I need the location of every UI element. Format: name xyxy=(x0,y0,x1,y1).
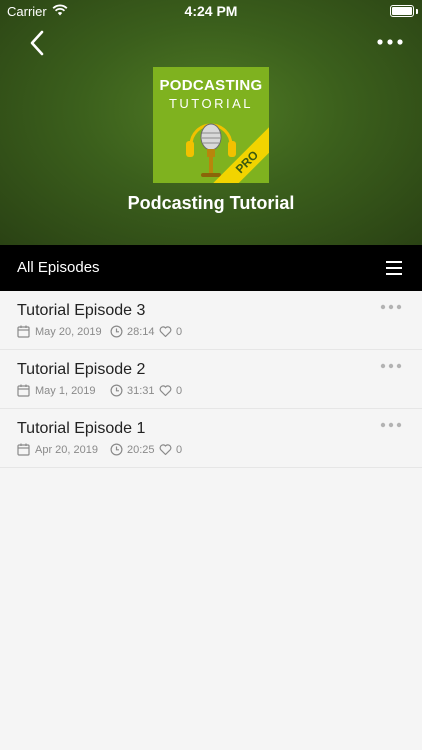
episode-likes: 0 xyxy=(176,326,183,338)
episode-more-button[interactable] xyxy=(380,421,402,429)
clock-icon xyxy=(110,384,123,397)
heart-icon xyxy=(159,444,172,456)
heart-icon xyxy=(159,326,172,338)
episode-more-button[interactable] xyxy=(380,303,402,311)
episode-duration: 20:25 xyxy=(127,444,155,456)
calendar-icon xyxy=(17,443,30,456)
podcast-title: Podcasting Tutorial xyxy=(127,193,295,213)
podcast-artwork: PODCASTING TUTORIAL PRO xyxy=(153,67,269,183)
episode-title: Tutorial Episode 2 xyxy=(17,361,146,378)
episode-duration: 28:14 xyxy=(127,326,155,338)
battery-tip xyxy=(416,9,418,14)
episode-row[interactable]: Tutorial Episode 2 May 1, 2019 31:31 0 xyxy=(0,350,422,409)
heart-icon xyxy=(159,385,172,397)
menu-button[interactable] xyxy=(386,261,402,275)
artwork-title-line1: PODCASTING xyxy=(159,77,263,94)
episode-row[interactable]: Tutorial Episode 1 Apr 20, 2019 20:25 0 xyxy=(0,409,422,468)
more-options-button[interactable] xyxy=(374,30,406,54)
episode-title: Tutorial Episode 3 xyxy=(17,302,146,319)
all-episodes-label[interactable]: All Episodes xyxy=(17,259,100,276)
episode-row[interactable]: Tutorial Episode 3 May 20, 2019 28:14 0 xyxy=(0,291,422,350)
calendar-icon xyxy=(17,325,30,338)
battery-icon xyxy=(390,5,414,17)
menu-line xyxy=(386,267,402,269)
calendar-icon xyxy=(17,384,30,397)
menu-line xyxy=(386,273,402,275)
clock-icon xyxy=(110,325,123,338)
podcast-header: Carrier 4:24 PM PODCASTING TUTORIAL PRO … xyxy=(0,0,422,245)
artwork-title-line2: TUTORIAL xyxy=(168,96,254,111)
episode-likes: 0 xyxy=(176,385,183,397)
episode-date: May 1, 2019 xyxy=(35,385,96,397)
menu-line xyxy=(386,261,402,263)
episode-date: May 20, 2019 xyxy=(35,326,102,338)
episode-date: Apr 20, 2019 xyxy=(35,444,98,456)
episode-more-button[interactable] xyxy=(380,362,402,370)
status-bar: Carrier 4:24 PM xyxy=(0,0,422,22)
episode-likes: 0 xyxy=(176,444,183,456)
back-button[interactable] xyxy=(22,26,54,60)
episodes-bar: All Episodes xyxy=(0,245,422,291)
episode-list: Tutorial Episode 3 May 20, 2019 28:14 0 xyxy=(0,291,422,468)
episode-title: Tutorial Episode 1 xyxy=(17,420,146,437)
clock-icon xyxy=(110,443,123,456)
episode-duration: 31:31 xyxy=(127,385,155,397)
status-time: 4:24 PM xyxy=(184,3,238,19)
